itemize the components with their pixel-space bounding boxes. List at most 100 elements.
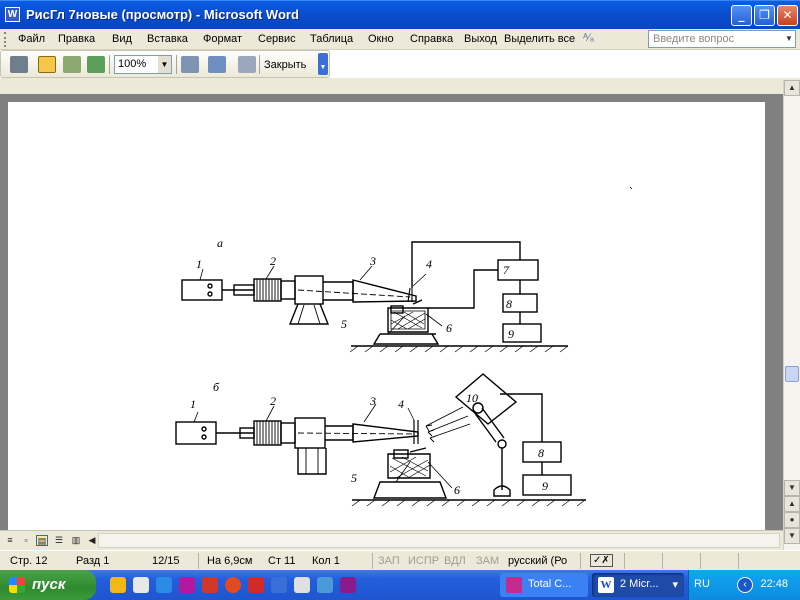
task-label: Total C... <box>528 578 572 590</box>
label-3b: 3 <box>369 394 376 408</box>
word-app-icon[interactable]: W <box>5 7 20 22</box>
spelling-status-icon[interactable]: ✓✗ <box>590 554 613 567</box>
leader-1b <box>193 411 199 423</box>
outline-view-icon[interactable]: ☰ <box>53 535 65 546</box>
status-at: На 6,9см <box>207 555 253 567</box>
horizontal-scrollbar[interactable] <box>98 533 780 548</box>
label-7: 7 <box>503 263 510 277</box>
floor-hatch <box>351 499 586 507</box>
previous-page-button[interactable]: ▲ <box>784 496 800 512</box>
word-task-icon: W <box>598 577 614 593</box>
quicklaunch-app-icon[interactable] <box>179 577 195 593</box>
ask-question-box[interactable]: Введите вопрос ▼ <box>648 30 796 48</box>
terminal-dot <box>201 434 207 440</box>
language-indicator[interactable]: RU <box>694 578 710 590</box>
windows-logo-icon <box>9 577 25 593</box>
status-page-count: 12/15 <box>152 555 180 567</box>
scroll-up-button[interactable]: ▲ <box>784 80 800 96</box>
task-word[interactable]: W 2 Micr... ▾ <box>592 573 684 597</box>
print-layout-icon[interactable]: ▤ <box>36 535 48 546</box>
menu-edit[interactable]: Правка <box>58 33 95 45</box>
label-9a: 9 <box>508 327 514 341</box>
one-page-icon[interactable] <box>63 56 81 73</box>
menu-view[interactable]: Вид <box>112 33 132 45</box>
chevron-down-icon[interactable]: ▼ <box>158 56 171 73</box>
menu-grip[interactable] <box>4 32 7 47</box>
full-screen-icon[interactable] <box>238 56 256 73</box>
maximize-button[interactable]: ❐ <box>754 5 775 26</box>
start-button[interactable]: пуск <box>0 570 96 600</box>
menu-exit[interactable]: Выход <box>464 33 497 45</box>
vertical-scrollbar[interactable]: ▲ ▼ ▲ ● ▼ <box>783 80 800 550</box>
minimize-button[interactable]: _ <box>731 5 752 26</box>
quicklaunch-explorer-icon[interactable] <box>294 577 310 593</box>
shrink-to-fit-icon[interactable] <box>208 56 226 73</box>
status-line: Ст 11 <box>268 555 296 567</box>
menu-help[interactable]: Справка <box>410 33 453 45</box>
ask-question-input[interactable]: Введите вопрос <box>653 33 734 45</box>
mesh-hatch <box>389 456 431 479</box>
base-b <box>372 481 448 499</box>
menu-format[interactable]: Формат <box>203 33 242 45</box>
magnifier-icon[interactable] <box>38 56 56 73</box>
menu-select-all[interactable]: Выделить все <box>504 33 575 45</box>
quicklaunch-folder-icon[interactable] <box>110 577 126 593</box>
element-5a <box>390 305 404 314</box>
toolbar-strip <box>0 78 800 94</box>
spelling-icon[interactable]: ᴬ⁄ₐ <box>583 32 594 44</box>
zoom-select[interactable]: 100% ▼ <box>114 55 172 74</box>
clock[interactable]: 22:48 <box>760 578 788 590</box>
total-commander-icon <box>506 577 522 593</box>
view-ruler-icon[interactable] <box>181 56 199 73</box>
wire-10-8 <box>500 393 543 442</box>
status-column: Кол 1 <box>312 555 340 567</box>
toolbar-options-icon[interactable]: ▼ <box>318 53 328 75</box>
leader-5a <box>387 315 406 335</box>
sample-6b <box>409 447 427 453</box>
quicklaunch-player-icon[interactable] <box>225 577 241 593</box>
print-icon[interactable] <box>10 56 28 73</box>
quicklaunch-desktop-icon[interactable] <box>133 577 149 593</box>
quicklaunch-media-icon[interactable] <box>202 577 218 593</box>
chevron-down-icon[interactable]: ▼ <box>783 31 795 47</box>
quicklaunch-xp-icon[interactable] <box>340 577 356 593</box>
quicklaunch-web-icon[interactable] <box>317 577 333 593</box>
menu-window[interactable]: Окно <box>368 33 394 45</box>
tray-back-icon[interactable]: ‹ <box>737 577 753 593</box>
quicklaunch-tool-icon[interactable] <box>271 577 287 593</box>
next-page-button[interactable]: ▼ <box>784 528 800 544</box>
close-window-button[interactable]: ✕ <box>777 5 798 26</box>
quicklaunch-browser-icon[interactable] <box>156 577 172 593</box>
menu-file[interactable]: Файл <box>18 33 45 45</box>
scroll-left-icon[interactable]: ◀ <box>86 535 98 546</box>
zoom-value: 100% <box>118 58 147 70</box>
scroll-down-button[interactable]: ▼ <box>784 480 800 496</box>
menu-table[interactable]: Таблица <box>310 33 353 45</box>
terminal-dot <box>207 283 213 289</box>
status-separator <box>662 553 663 569</box>
axis-a <box>297 289 411 298</box>
label-3a: 3 <box>369 254 376 268</box>
status-rec[interactable]: ЗАП <box>378 555 400 567</box>
stand-b-inner <box>305 448 319 474</box>
status-section: Разд 1 <box>76 555 110 567</box>
scroll-thumb[interactable] <box>785 366 799 382</box>
label-4b: 4 <box>398 397 404 411</box>
normal-view-icon[interactable]: ≡ <box>4 535 16 546</box>
quicklaunch-reader-icon[interactable] <box>248 577 264 593</box>
menu-insert[interactable]: Вставка <box>147 33 188 45</box>
web-layout-icon[interactable]: ▫ <box>20 535 32 546</box>
task-label: 2 Micr... <box>620 578 659 590</box>
status-extend[interactable]: ВДЛ <box>444 555 466 567</box>
horn-3b <box>352 423 419 443</box>
stand-b <box>297 448 327 475</box>
coil-windings <box>256 279 279 301</box>
reading-view-icon[interactable]: ▥ <box>70 535 82 546</box>
status-track[interactable]: ИСПР <box>408 555 439 567</box>
browse-object-button[interactable]: ● <box>784 512 800 528</box>
close-preview-button[interactable]: Закрыть <box>264 59 306 71</box>
menu-tools[interactable]: Сервис <box>258 33 296 45</box>
status-overtype[interactable]: ЗАМ <box>476 555 499 567</box>
multiple-pages-icon[interactable] <box>87 56 105 73</box>
task-total-commander[interactable]: Total C... <box>500 573 588 597</box>
